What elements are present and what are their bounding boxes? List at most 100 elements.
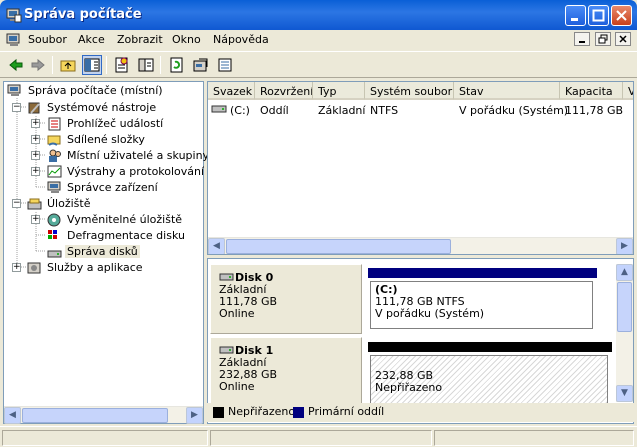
back-icon	[9, 58, 23, 72]
tree-label-event-viewer: Prohlížeč událostí	[67, 117, 164, 130]
menu-soubor[interactable]: Soubor	[28, 33, 67, 46]
tree-label-services: Služby a aplikace	[47, 261, 143, 274]
settings-button[interactable]	[191, 55, 211, 75]
column-header-capacity[interactable]: Kapacita	[560, 82, 623, 100]
cell-filesystem: NTFS	[370, 104, 399, 117]
partition-c-body: (C:) 111,78 GB NTFS V pořádku (Systém)	[370, 281, 593, 329]
title-bar[interactable]: Správa počítače	[0, 0, 637, 30]
menu-zobrazit[interactable]: Zobrazit	[117, 33, 163, 46]
cell-layout: Oddíl	[260, 104, 289, 117]
scroll-left-icon[interactable]: ◀	[208, 238, 225, 254]
column-header-type[interactable]: Typ	[313, 82, 365, 100]
tree-item-local-users[interactable]: + Místní uživatelé a skupiny	[4, 148, 209, 164]
tree-label-shared-folders: Sdílené složky	[67, 133, 145, 146]
tree-item-root[interactable]: Správa počítače (místní)	[6, 83, 196, 99]
properties-icon	[115, 57, 128, 73]
disk-0-state: Online	[219, 307, 255, 320]
expand-icon[interactable]: +	[31, 215, 40, 224]
computer-icon	[7, 84, 21, 96]
tree-item-removable[interactable]: + Vyměnitelné úložiště	[4, 212, 204, 228]
mmc-document-icon[interactable]	[6, 33, 22, 48]
forward-button[interactable]	[28, 55, 48, 75]
tree-label-device-manager: Správce zařízení	[67, 181, 158, 194]
primary-partition-bar	[368, 268, 597, 278]
scroll-left-icon[interactable]: ◀	[4, 407, 21, 424]
mdi-minimize-button[interactable]	[574, 32, 590, 46]
tree-item-storage[interactable]: − Úložiště	[4, 196, 204, 212]
scroll-thumb[interactable]	[617, 282, 632, 332]
column-header-volume[interactable]: Svazek	[208, 82, 255, 100]
unallocated-body: 232,88 GB Nepřiřazeno	[370, 355, 608, 404]
tree-item-defrag[interactable]: Defragmentace disku	[4, 228, 204, 244]
maximize-button[interactable]	[588, 5, 609, 26]
minimize-button[interactable]	[565, 5, 586, 26]
export-list-button[interactable]	[215, 55, 235, 75]
disk-0-info[interactable]: Disk 0 Základní 111,78 GB Online	[210, 264, 362, 334]
help-button[interactable]	[136, 55, 156, 75]
collapse-icon[interactable]: −	[12, 199, 21, 208]
scroll-thumb[interactable]	[22, 408, 168, 423]
shared-folder-icon	[47, 135, 61, 146]
close-button[interactable]	[611, 5, 632, 26]
collapse-icon[interactable]: −	[12, 103, 21, 112]
unallocated-space[interactable]: 232,88 GB Nepřiřazeno	[365, 337, 613, 407]
disk-vertical-scrollbar[interactable]: ▲ ▼	[616, 264, 633, 402]
unallocated-bar	[368, 342, 612, 352]
tree-item-disk-management[interactable]: Správa disků	[4, 244, 204, 260]
tree-item-services[interactable]: + Služby a aplikace	[4, 260, 204, 276]
mdi-close-button[interactable]	[615, 32, 631, 46]
minimize-icon	[579, 41, 585, 43]
system-tools-icon	[28, 102, 40, 114]
tree-item-shared-folders[interactable]: + Sdílené složky	[4, 132, 204, 148]
tree-label-alerts: Výstrahy a protokolování vý	[67, 165, 204, 178]
properties-button[interactable]	[112, 55, 132, 75]
scroll-right-icon[interactable]: ▶	[186, 407, 203, 424]
menu-napoveda[interactable]: Nápověda	[213, 33, 269, 46]
back-button[interactable]	[6, 55, 26, 75]
export-icon	[218, 58, 232, 72]
refresh-button[interactable]	[167, 55, 187, 75]
menu-okno[interactable]: Okno	[172, 33, 201, 46]
status-bar	[0, 426, 637, 447]
column-header-status[interactable]: Stav	[454, 82, 560, 100]
restore-icon	[598, 34, 607, 44]
legend-swatch-primary	[293, 407, 304, 418]
status-cell-2	[210, 430, 432, 446]
mdi-restore-button[interactable]	[594, 32, 611, 46]
expand-icon[interactable]: +	[12, 263, 21, 272]
computer-management-icon	[6, 8, 22, 23]
column-header-free[interactable]: V	[623, 82, 633, 100]
column-header-layout[interactable]: Rozvržení	[255, 82, 313, 100]
expand-icon[interactable]: +	[31, 119, 40, 128]
close-icon	[616, 10, 627, 21]
expand-icon[interactable]: +	[31, 135, 40, 144]
tree-horizontal-scrollbar[interactable]: ◀ ▶	[4, 406, 203, 424]
window-title: Správa počítače	[24, 7, 142, 22]
tree-item-device-manager[interactable]: Správce zařízení	[4, 180, 204, 196]
partition-c[interactable]: (C:) 111,78 GB NTFS V pořádku (Systém)	[365, 264, 598, 334]
tree-label-system-tools: Systémové nástroje	[47, 101, 157, 114]
scroll-up-icon[interactable]: ▲	[616, 264, 633, 281]
show-tree-icon	[84, 58, 100, 72]
disk-1-info[interactable]: Disk 1 Základní 232,88 GB Online	[210, 337, 362, 407]
scroll-thumb[interactable]	[226, 239, 451, 254]
list-horizontal-scrollbar[interactable]: ◀ ▶	[208, 237, 633, 254]
tree-item-system-tools[interactable]: − Systémové nástroje	[4, 100, 204, 116]
tree-item-alerts[interactable]: + Výstrahy a protokolování vý	[4, 164, 204, 180]
scroll-down-icon[interactable]: ▼	[616, 385, 633, 402]
scroll-right-icon[interactable]: ▶	[616, 238, 633, 254]
toolbar	[0, 51, 637, 78]
volume-list: Svazek Rozvržení Typ Systém souborů Stav…	[207, 81, 634, 255]
tree-label-disk-management: Správa disků	[65, 245, 140, 258]
menu-akce[interactable]: Akce	[78, 33, 105, 46]
tree-label-root: Správa počítače (místní)	[28, 84, 163, 97]
expand-icon[interactable]: +	[31, 167, 40, 176]
event-viewer-icon	[48, 117, 61, 131]
tree-item-event-viewer[interactable]: + Prohlížeč událostí	[4, 116, 204, 132]
performance-logs-icon	[47, 165, 62, 178]
up-one-level-button[interactable]	[58, 55, 78, 75]
show-hide-tree-button[interactable]	[82, 55, 102, 75]
column-header-filesystem[interactable]: Systém souborů	[365, 82, 454, 100]
expand-icon[interactable]: +	[31, 151, 40, 160]
disk-1-state: Online	[219, 380, 255, 393]
